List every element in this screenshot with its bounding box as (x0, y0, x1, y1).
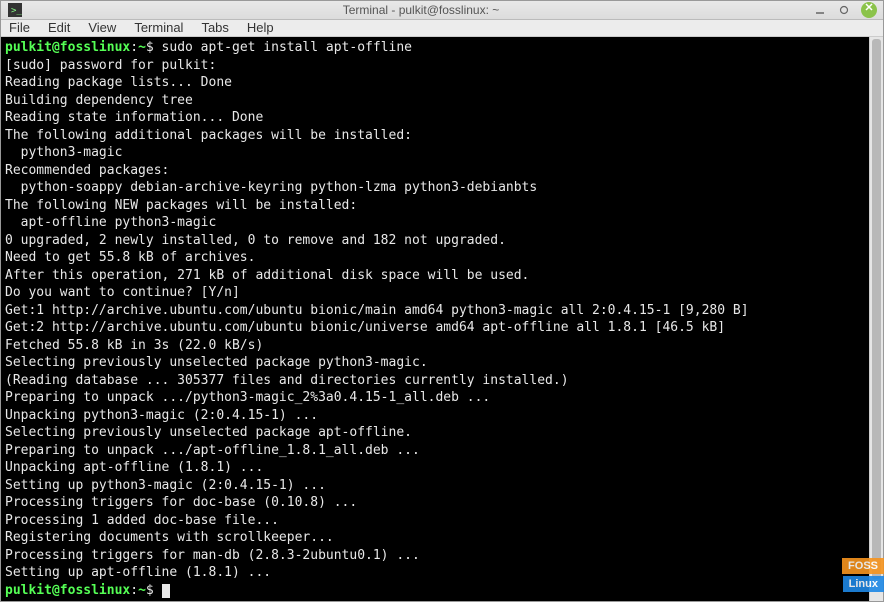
terminal-content[interactable]: pulkit@fosslinux:~$ sudo apt-get install… (1, 37, 869, 601)
watermark-foss: FOSS (842, 558, 884, 574)
scrollbar-thumb[interactable] (872, 39, 881, 579)
menu-file[interactable]: File (9, 20, 30, 35)
window-title: Terminal - pulkit@fosslinux: ~ (29, 3, 813, 17)
menu-terminal[interactable]: Terminal (134, 20, 183, 35)
maximize-button[interactable] (837, 3, 851, 17)
menu-view[interactable]: View (88, 20, 116, 35)
menubar: File Edit View Terminal Tabs Help (1, 20, 883, 37)
svg-text:>_: >_ (11, 6, 22, 16)
minimize-button[interactable] (813, 3, 827, 17)
menu-help[interactable]: Help (247, 20, 274, 35)
menu-tabs[interactable]: Tabs (201, 20, 228, 35)
terminal-window: >_ Terminal - pulkit@fosslinux: ~ File E… (0, 0, 884, 602)
terminal-area[interactable]: pulkit@fosslinux:~$ sudo apt-get install… (1, 37, 883, 601)
close-button[interactable] (861, 2, 877, 18)
titlebar[interactable]: >_ Terminal - pulkit@fosslinux: ~ (1, 1, 883, 20)
menu-edit[interactable]: Edit (48, 20, 70, 35)
cursor (162, 584, 170, 598)
watermark-linux: Linux (843, 576, 884, 592)
scrollbar[interactable] (869, 37, 883, 601)
terminal-icon: >_ (7, 2, 23, 18)
window-controls (813, 2, 877, 18)
